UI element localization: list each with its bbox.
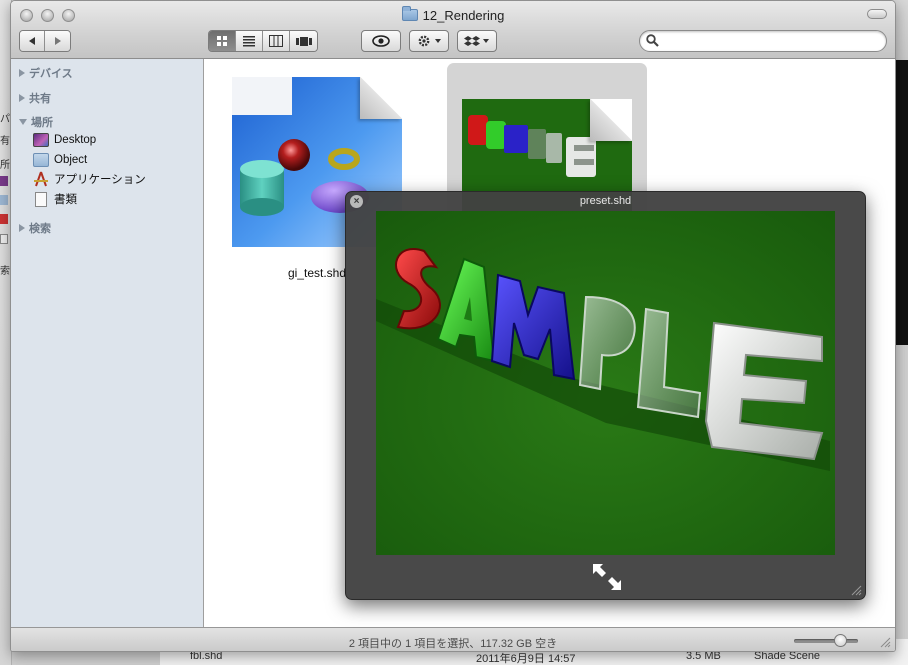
resize-grip-icon[interactable] (879, 636, 891, 648)
status-bar: 2 項目中の 1 項目を選択、117.32 GB 空き (11, 627, 895, 651)
folder-icon (401, 6, 418, 21)
back-arrow-icon (29, 37, 35, 45)
bg-row-date: 2011年6月9日 14:57 (476, 653, 576, 665)
sidebar-item-desktop[interactable]: Desktop (33, 131, 96, 149)
coverflow-view-button[interactable] (290, 31, 317, 51)
resize-grip-icon[interactable] (850, 584, 862, 596)
column-view-icon (269, 35, 283, 47)
toolbar-toggle-button[interactable] (867, 9, 887, 19)
forward-button[interactable] (45, 31, 70, 51)
sidebar-section-search[interactable]: 検索 (19, 220, 51, 236)
folder-icon (0, 195, 8, 205)
bg-text-fragment: 索 (0, 266, 10, 277)
sidebar-section-label: 場所 (31, 117, 53, 129)
back-button[interactable] (20, 31, 45, 51)
icon-size-slider-knob[interactable] (834, 634, 847, 647)
sidebar-item-applications[interactable]: アプリケーション (33, 170, 146, 188)
document-icon (35, 191, 47, 207)
dropbox-menu-button[interactable] (457, 30, 497, 52)
applications-icon (34, 171, 48, 187)
list-view-icon (243, 36, 255, 47)
sidebar-section-label: デバイス (29, 68, 73, 80)
page-curl-decoration (590, 99, 632, 141)
sidebar-section-devices[interactable]: デバイス (19, 65, 73, 81)
disclosure-triangle-icon (19, 94, 25, 102)
fullscreen-icon[interactable] (591, 562, 623, 592)
bg-text-fragment: 所 (0, 160, 10, 171)
window-title: 12_Rendering (11, 6, 895, 23)
search-input[interactable] (662, 33, 878, 49)
render-preview-sample (376, 211, 835, 555)
disclosure-triangle-icon (19, 224, 25, 232)
icon-view-icon (217, 36, 227, 46)
search-field[interactable] (639, 30, 887, 52)
sidebar-section-label: 検索 (29, 223, 51, 235)
disclosure-triangle-icon (19, 69, 25, 77)
background-window-right (894, 0, 908, 60)
sidebar-section-places[interactable]: 場所 (19, 114, 53, 130)
quicklook-panel: × preset.shd (345, 191, 866, 600)
sidebar-item-object[interactable]: Object (33, 151, 87, 169)
folder-icon (33, 153, 49, 167)
quicklook-button[interactable] (361, 30, 401, 52)
sidebar-item-label: 書類 (54, 194, 77, 206)
sidebar-item-documents[interactable]: 書類 (33, 190, 77, 208)
title-bar: 12_Rendering (11, 1, 895, 59)
sidebar-item-label: Object (54, 154, 88, 166)
sidebar-item-label: Desktop (54, 134, 97, 146)
bg-text-fragment: 有 (0, 136, 10, 147)
navigation-buttons (19, 30, 71, 52)
eye-icon (372, 35, 390, 47)
desktop-icon (0, 176, 8, 186)
search-icon (646, 34, 659, 47)
icon-size-slider[interactable] (794, 639, 858, 643)
list-view-button[interactable] (236, 31, 263, 51)
sidebar-section-label: 共有 (29, 93, 51, 105)
disclosure-triangle-icon (19, 119, 27, 125)
gear-icon (418, 35, 441, 47)
applications-icon (0, 214, 8, 224)
quicklook-preview-image (376, 211, 835, 555)
sidebar: デバイス 共有 場所 Desktop Object アプリケーション 書類 検索 (11, 59, 204, 627)
sidebar-section-shared[interactable]: 共有 (19, 90, 51, 106)
view-mode-switcher (208, 30, 318, 52)
dropbox-icon (464, 36, 489, 46)
sidebar-item-label: アプリケーション (54, 174, 146, 186)
action-menu-button[interactable] (409, 30, 449, 52)
forward-arrow-icon (54, 37, 61, 45)
document-icon (0, 234, 8, 244)
desktop-icon (33, 133, 49, 147)
icon-view-button[interactable] (209, 31, 236, 51)
coverflow-view-icon (295, 37, 312, 46)
column-view-button[interactable] (263, 31, 290, 51)
status-text: 2 項目中の 1 項目を選択、117.32 GB 空き (348, 638, 558, 650)
background-window-preview (894, 60, 908, 345)
window-title-text: 12_Rendering (422, 8, 505, 23)
quicklook-title: preset.shd (579, 195, 632, 207)
page-curl-decoration (360, 77, 402, 119)
bg-text-fragment: パ (0, 114, 10, 125)
